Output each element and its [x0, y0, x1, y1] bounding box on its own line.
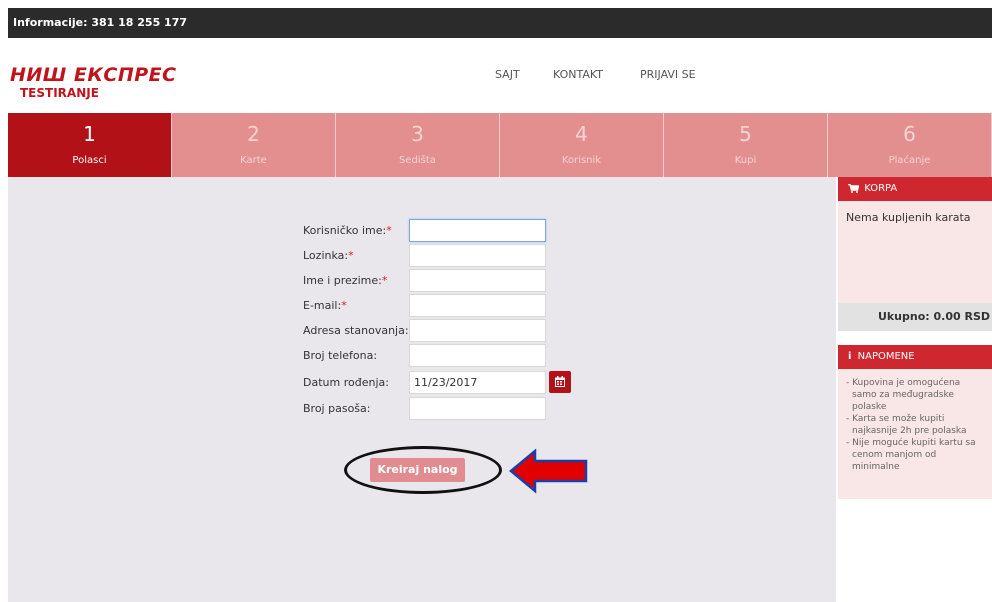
phone-label: Broj telefona:: [303, 349, 378, 362]
step-label: Sedišta: [399, 155, 436, 166]
step-karte[interactable]: 2 Karte: [172, 113, 336, 177]
step-label: Polasci: [72, 155, 107, 166]
notes-body: - Kupovina je omogućena samo za međugrad…: [838, 369, 992, 499]
submit-area: Kreiraj nalog: [370, 458, 465, 482]
nav-link-prijavi-se[interactable]: PRIJAVI SE: [640, 68, 696, 81]
cart-title: KORPA: [864, 183, 898, 194]
note-line: najkasnije 2h pre polaska: [852, 426, 967, 436]
note-line: cenom manjom od: [852, 450, 937, 460]
email-input[interactable]: [409, 294, 546, 317]
step-sedista[interactable]: 3 Sedišta: [336, 113, 500, 177]
required-mark: *: [381, 274, 388, 287]
cart-header: KORPA: [838, 177, 992, 201]
step-polasci[interactable]: 1 Polasci: [8, 113, 172, 177]
note-line: - Karta se može kupiti: [846, 414, 945, 424]
passport-label: Broj pasoša:: [303, 402, 371, 415]
step-number: 6: [903, 122, 916, 146]
cart-body: Nema kupljenih karata: [838, 201, 992, 285]
phone-input[interactable]: [409, 344, 546, 367]
checkout-steps: 1 Polasci 2 Karte 3 Sedišta 4 Korisnik 5…: [8, 113, 992, 177]
address-input[interactable]: [409, 319, 546, 342]
create-account-button[interactable]: Kreiraj nalog: [370, 458, 465, 482]
notes-header: i NAPOMENE: [838, 345, 992, 369]
required-mark: *: [348, 249, 354, 262]
site-logo[interactable]: НИШ ЕКСПРЕС TESTIRANJE: [10, 65, 177, 101]
step-number: 5: [739, 122, 752, 146]
annotation-arrow: [509, 448, 588, 494]
fullname-input[interactable]: [409, 269, 546, 292]
cart-total: Ukupno: 0.00 RSD: [838, 303, 992, 331]
registration-panel: Korisničko ime:* Lozinka:* Ime i prezime…: [8, 177, 836, 602]
step-label: Plaćanje: [888, 155, 931, 166]
username-label: Korisničko ime:*: [303, 224, 392, 237]
nav-link-sajt[interactable]: SAJT: [495, 68, 520, 81]
step-korisnik[interactable]: 4 Korisnik: [500, 113, 664, 177]
note-line: minimalne: [852, 462, 900, 472]
sidebar: KORPA Nema kupljenih karata Ukupno: 0.00…: [838, 177, 992, 602]
note-line: - Kupovina je omogućena: [846, 378, 961, 388]
step-placanje[interactable]: 6 Plaćanje: [828, 113, 992, 177]
cart-spacer: [838, 285, 992, 303]
birthdate-input[interactable]: 11/23/2017: [409, 371, 546, 394]
info-icon: i: [848, 351, 852, 362]
step-number: 2: [247, 122, 260, 146]
info-bar: Informacije: 381 18 255 177: [8, 8, 992, 38]
password-input[interactable]: [409, 244, 546, 267]
notes-panel: i NAPOMENE - Kupovina je omogućena samo …: [838, 345, 992, 499]
step-label: Korisnik: [561, 155, 602, 166]
passport-input[interactable]: [409, 397, 546, 420]
note-line: polaske: [852, 402, 887, 412]
calendar-icon: [555, 376, 565, 387]
step-number: 4: [575, 122, 588, 146]
address-label: Adresa stanovanja:: [303, 324, 409, 337]
logo-subtitle: TESTIRANJE: [20, 86, 99, 100]
info-text: Informacije: 381 18 255 177: [13, 16, 188, 29]
step-label: Kupi: [734, 155, 757, 166]
required-mark: *: [341, 299, 347, 312]
cart-icon: [848, 183, 860, 193]
required-mark: *: [386, 224, 392, 237]
fullname-label: Ime i prezime:*: [303, 274, 388, 287]
note-line: samo za međugradske: [852, 390, 954, 400]
step-number: 1: [83, 122, 96, 146]
step-label: Karte: [240, 155, 267, 166]
step-number: 3: [411, 122, 424, 146]
note-line: - Nije moguće kupiti kartu sa: [846, 438, 976, 448]
cart-panel: KORPA Nema kupljenih karata Ukupno: 0.00…: [838, 177, 992, 331]
nav-link-kontakt[interactable]: KONTAKT: [553, 68, 603, 81]
notes-title: NAPOMENE: [857, 351, 915, 362]
logo-title: НИШ ЕКСПРЕС: [10, 64, 177, 86]
cart-empty-text: Nema kupljenih karata: [846, 211, 971, 224]
calendar-button[interactable]: [549, 371, 571, 393]
birthdate-label: Datum rođenja:: [303, 376, 389, 389]
password-label: Lozinka:*: [303, 249, 354, 262]
step-kupi[interactable]: 5 Kupi: [664, 113, 828, 177]
email-label: E-mail:*: [303, 299, 347, 312]
username-input[interactable]: [409, 219, 546, 242]
page: Informacije: 381 18 255 177 НИШ ЕКСПРЕС …: [0, 0, 992, 602]
